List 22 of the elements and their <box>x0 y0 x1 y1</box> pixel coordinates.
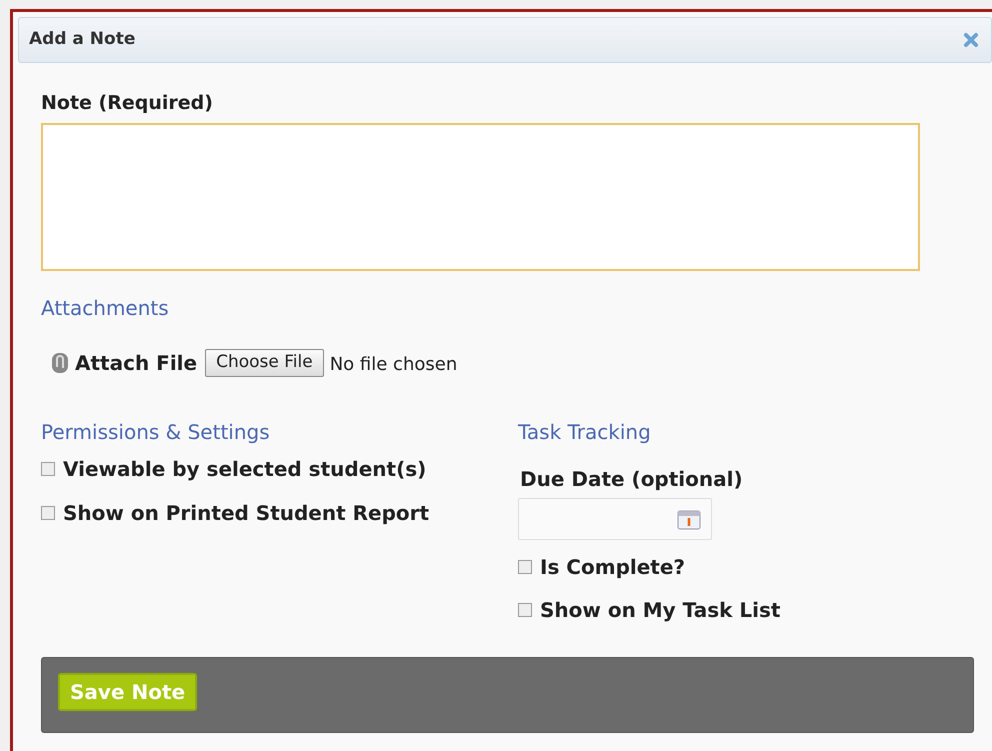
field-label: Due Date (optional) <box>520 466 744 493</box>
checkbox[interactable] <box>518 603 532 617</box>
checkbox-label: Is Complete? <box>540 554 686 581</box>
section-heading: Attachments <box>41 295 170 322</box>
field-label: Note (Required) <box>41 91 214 115</box>
paperclip-icon <box>51 352 69 374</box>
section-heading: Permissions & Settings <box>41 419 271 446</box>
date-field[interactable] <box>518 498 712 540</box>
dialog-title: Add a Note <box>29 28 136 52</box>
checkbox-label: Show on Printed Student Report <box>63 500 430 527</box>
calendar-icon[interactable] <box>677 508 701 530</box>
checkbox-label: Viewable by selected student(s) <box>63 456 426 483</box>
note-field[interactable] <box>41 123 920 271</box>
file-status: No file chosen <box>330 353 458 377</box>
checkbox-label: Show on My Task List <box>540 597 780 624</box>
attach-file-label: Attach File <box>75 350 198 376</box>
checkbox[interactable] <box>41 462 55 476</box>
checkbox[interactable] <box>41 506 55 520</box>
checkbox[interactable] <box>518 560 532 574</box>
section-heading: Task Tracking <box>518 419 652 446</box>
close-icon[interactable] <box>963 32 979 48</box>
choose-file-button[interactable]: Choose File <box>205 348 324 376</box>
